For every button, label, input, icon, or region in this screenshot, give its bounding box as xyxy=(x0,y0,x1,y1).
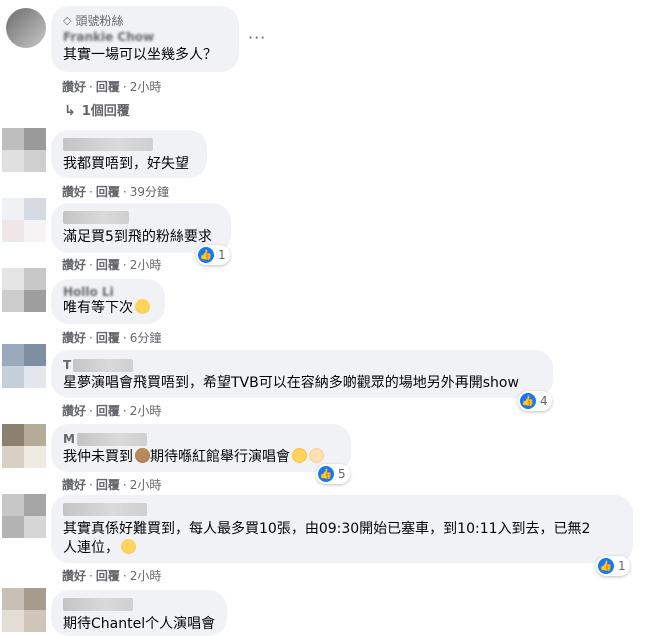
timestamp[interactable]: 39分鐘 xyxy=(130,185,169,199)
commenter-name-blurred xyxy=(73,358,134,372)
comment-bubble: 期待Chantel个人演唱會 xyxy=(51,590,227,636)
like-link[interactable]: 讚好 xyxy=(62,478,86,492)
comment-bubble: ◇ 頭號粉絲 Frankie Chow 其實一場可以坐幾多人？ xyxy=(51,6,239,72)
reaction-count[interactable]: 👍 1 xyxy=(196,245,230,265)
reply-link[interactable]: 回覆 xyxy=(96,331,120,345)
view-replies[interactable]: ↳ 1個回覆 xyxy=(64,100,130,119)
like-link[interactable]: 讚好 xyxy=(62,569,86,583)
commenter-name-blurred xyxy=(63,598,133,611)
comment-actions: 讚好 · 回覆 · 2小時 xyxy=(62,569,162,583)
avatar[interactable] xyxy=(2,494,46,538)
comment-text: 唯有等下次 xyxy=(63,299,153,318)
avatar[interactable] xyxy=(2,424,46,468)
commenter-name[interactable]: Frankie Chow xyxy=(63,30,154,44)
like-link[interactable]: 讚好 xyxy=(62,331,86,345)
comment-bubble: M 我仲未買到 期待喺紅館舉行演唱會 xyxy=(51,424,351,472)
avatar[interactable] xyxy=(2,588,46,632)
pensive-face-icon xyxy=(121,539,136,554)
commenter-name-blurred xyxy=(63,503,147,516)
timestamp[interactable]: 2小時 xyxy=(130,569,162,583)
comment-actions: 讚好 · 回覆 · 2小時 xyxy=(62,258,162,272)
timestamp[interactable]: 2小時 xyxy=(130,404,162,418)
like-link[interactable]: 讚好 xyxy=(62,404,86,418)
comment-text-line2: 人連位， xyxy=(63,539,621,558)
reaction-count[interactable]: 👍 1 xyxy=(596,556,630,576)
timestamp[interactable]: 6分鐘 xyxy=(130,331,162,345)
commenter-name[interactable]: Hollo Li xyxy=(63,285,114,299)
like-icon: 👍 xyxy=(598,558,614,574)
reply-link[interactable]: 回覆 xyxy=(96,569,120,583)
timestamp[interactable]: 2小時 xyxy=(130,80,162,94)
comment-actions: 讚好 · 回覆 · 2小時 xyxy=(62,404,162,418)
reaction-count[interactable]: 👍 5 xyxy=(316,464,350,484)
avatar[interactable] xyxy=(2,344,46,388)
pensive-face-icon xyxy=(135,299,150,314)
like-link[interactable]: 讚好 xyxy=(62,258,86,272)
reply-link[interactable]: 回覆 xyxy=(96,258,120,272)
comment-text: 星夢演唱會飛買唔到，希望TVB可以在容納多啲觀眾的場地另外再開show xyxy=(63,375,519,391)
comment-bubble: Hollo Li 唯有等下次 xyxy=(51,279,165,324)
smiling-face-with-hearts-icon xyxy=(292,448,307,463)
top-fan-badge: ◇ 頭號粉絲 xyxy=(63,13,124,28)
comment-actions: 讚好 · 回覆 · 39分鐘 xyxy=(62,185,169,199)
comment-actions: 讚好 · 回覆 · 6分鐘 xyxy=(62,331,162,345)
comment-bubble: T 星夢演唱會飛買唔到，希望TVB可以在容納多啲觀眾的場地另外再開show xyxy=(51,350,553,398)
reply-link[interactable]: 回覆 xyxy=(96,185,120,199)
timestamp[interactable]: 2小時 xyxy=(130,478,162,492)
reaction-count[interactable]: 👍 4 xyxy=(518,391,552,411)
reply-link[interactable]: 回覆 xyxy=(96,478,120,492)
comment-text: 滿足買5到飛的粉絲要求 xyxy=(63,229,212,245)
commenter-name[interactable]: M xyxy=(63,432,75,446)
like-link[interactable]: 讚好 xyxy=(62,80,86,94)
avatar[interactable] xyxy=(2,268,46,312)
like-icon: 👍 xyxy=(198,247,214,263)
like-icon: 👍 xyxy=(520,393,536,409)
commenter-name[interactable]: T xyxy=(63,358,71,372)
comment-actions: 讚好 · 回覆 · 2小時 xyxy=(62,478,162,492)
reply-link[interactable]: 回覆 xyxy=(96,404,120,418)
diamond-icon: ◇ xyxy=(63,13,72,27)
see-no-evil-monkey-icon xyxy=(135,448,150,463)
more-dots-icon[interactable]: ··· xyxy=(248,28,266,47)
avatar[interactable] xyxy=(2,128,46,172)
like-icon: 👍 xyxy=(318,466,334,482)
commenter-name-blurred xyxy=(63,211,129,224)
raising-hands-icon xyxy=(309,448,324,463)
comment-text: 其實一場可以坐幾多人？ xyxy=(63,47,217,63)
commenter-name-blurred xyxy=(63,138,153,151)
like-link[interactable]: 讚好 xyxy=(62,185,86,199)
avatar[interactable] xyxy=(2,198,46,242)
reply-arrow-icon: ↳ xyxy=(64,103,76,119)
timestamp[interactable]: 2小時 xyxy=(130,258,162,272)
comment-text: 我仲未買到 期待喺紅館舉行演唱會 xyxy=(63,448,339,467)
comment-bubble: 我都買唔到，好失望 xyxy=(51,130,207,178)
comment-text: 期待Chantel个人演唱會 xyxy=(63,616,216,632)
commenter-name-blurred xyxy=(76,432,147,446)
comment-bubble: 其實真係好難買到，每人最多買10張，由09:30開始已塞車，到10:11入到去，… xyxy=(51,495,633,563)
reply-link[interactable]: 回覆 xyxy=(96,80,120,94)
comment-text: 我都買唔到，好失望 xyxy=(63,156,189,172)
avatar[interactable] xyxy=(6,8,46,48)
comment-actions: 讚好 · 回覆 · 2小時 xyxy=(62,80,162,94)
comment-text: 其實真係好難買到，每人最多買10張，由09:30開始已塞車，到10:11入到去，… xyxy=(63,521,591,537)
